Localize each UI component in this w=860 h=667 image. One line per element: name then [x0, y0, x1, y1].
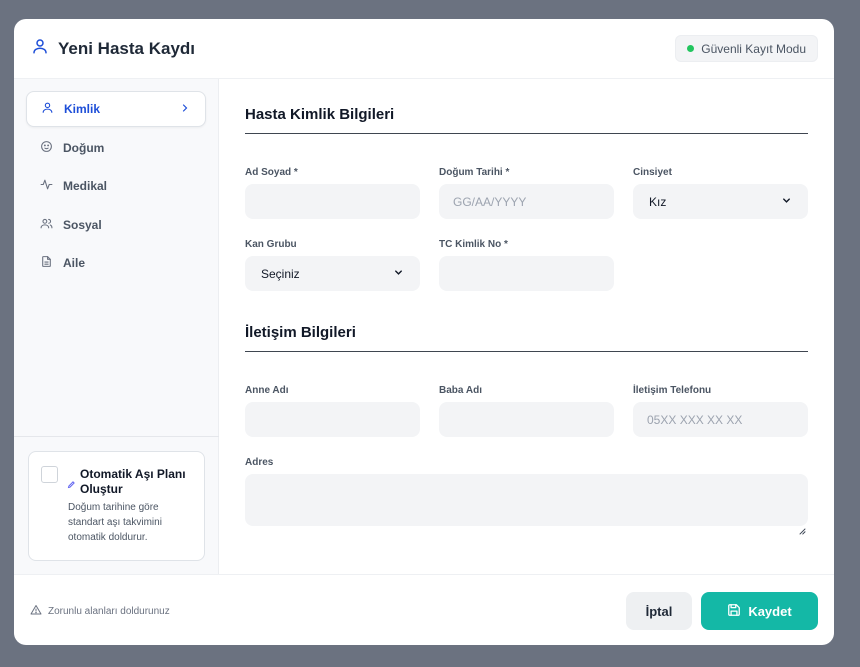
required-fields-note: Zorunlu alanları doldurunuz	[30, 604, 170, 619]
mother-name-input[interactable]	[245, 402, 420, 437]
modal-title: Yeni Hasta Kaydı	[58, 38, 196, 58]
phone-input[interactable]	[633, 402, 808, 437]
gender-select[interactable]: Kız	[633, 184, 808, 219]
user-icon	[41, 101, 54, 117]
document-icon	[40, 255, 53, 271]
auto-vaccine-plan-checkbox[interactable]	[41, 466, 58, 483]
birth-date-input[interactable]	[439, 184, 614, 219]
phone-label: İletişim Telefonu	[633, 385, 712, 396]
mother-name-label: Anne Adı	[245, 385, 289, 396]
users-icon	[40, 217, 53, 233]
address-textarea[interactable]	[245, 474, 808, 526]
contact-section-title: İletişim Bilgileri	[245, 324, 356, 341]
resize-grip-icon[interactable]	[799, 522, 806, 540]
auto-vaccine-plan-description: Doğum tarihine göre standart aşı takvimi…	[68, 502, 162, 543]
sidebar-nav: Kimlik Doğum Medikal Sosyal Aile	[26, 91, 206, 284]
blood-type-label: Kan Grubu	[245, 239, 297, 250]
sidebar-item-label: Kimlik	[64, 102, 101, 116]
address-label: Adres	[245, 457, 274, 468]
header-title-group: Yeni Hasta Kaydı	[31, 37, 195, 60]
sidebar-item-medikal[interactable]: Medikal	[26, 168, 206, 204]
user-icon	[31, 37, 49, 60]
tc-id-label: TC Kimlik No *	[439, 239, 508, 250]
patient-registration-modal: Yeni Hasta Kaydı Güvenli Kayıt Modu Kiml…	[14, 19, 834, 645]
modal-header: Yeni Hasta Kaydı Güvenli Kayıt Modu	[14, 19, 834, 79]
baby-icon	[40, 140, 53, 156]
secure-mode-label: Güvenli Kayıt Modu	[701, 41, 806, 56]
father-name-input[interactable]	[439, 402, 614, 437]
cancel-button-label: İptal	[645, 603, 673, 619]
chevron-right-icon	[179, 102, 191, 117]
pencil-icon	[67, 476, 76, 494]
tc-id-input[interactable]	[439, 256, 614, 291]
status-dot-icon	[687, 45, 695, 52]
cancel-button[interactable]: İptal	[626, 592, 692, 630]
contact-section-divider	[245, 351, 808, 352]
sidebar: Kimlik Doğum Medikal Sosyal Aile Otomati…	[14, 79, 219, 574]
modal-footer: Zorunlu alanları doldurunuz İptal Kaydet	[14, 574, 834, 645]
birth-date-label: Doğum Tarihi *	[439, 167, 510, 178]
gender-label: Cinsiyet	[633, 167, 672, 178]
sidebar-item-label: Doğum	[63, 140, 105, 155]
save-button[interactable]: Kaydet	[701, 592, 818, 630]
save-icon	[727, 603, 741, 620]
chevron-down-icon	[393, 267, 404, 281]
sidebar-item-aile[interactable]: Aile	[26, 245, 206, 281]
blood-type-select[interactable]: Seçiniz	[245, 256, 420, 291]
sidebar-item-label: Sosyal	[63, 217, 102, 232]
form-content: Hasta Kimlik Bilgileri Ad Soyad * Doğum …	[220, 79, 834, 574]
sidebar-item-dogum[interactable]: Doğum	[26, 130, 206, 166]
required-fields-text: Zorunlu alanları doldurunuz	[48, 606, 170, 617]
save-button-label: Kaydet	[748, 603, 792, 619]
blood-type-select-value: Seçiniz	[261, 266, 300, 281]
sidebar-item-kimlik[interactable]: Kimlik	[26, 91, 206, 127]
sidebar-divider	[14, 436, 219, 437]
warning-icon	[30, 604, 42, 619]
activity-icon	[40, 178, 53, 194]
auto-vaccine-plan-title: Otomatik Aşı Planı Oluştur	[80, 467, 186, 496]
chevron-down-icon	[781, 195, 792, 209]
identity-section-divider	[245, 133, 808, 134]
name-label: Ad Soyad *	[245, 167, 298, 178]
name-input[interactable]	[245, 184, 420, 219]
secure-mode-badge: Güvenli Kayıt Modu	[675, 35, 818, 62]
father-name-label: Baba Adı	[439, 385, 482, 396]
sidebar-item-label: Aile	[63, 256, 86, 270]
gender-select-value: Kız	[649, 194, 667, 209]
identity-section-title: Hasta Kimlik Bilgileri	[245, 106, 395, 123]
sidebar-item-sosyal[interactable]: Sosyal	[26, 207, 206, 243]
auto-vaccine-plan-card: Otomatik Aşı Planı Oluştur Doğum tarihin…	[28, 451, 205, 561]
sidebar-item-label: Medikal	[63, 179, 108, 193]
